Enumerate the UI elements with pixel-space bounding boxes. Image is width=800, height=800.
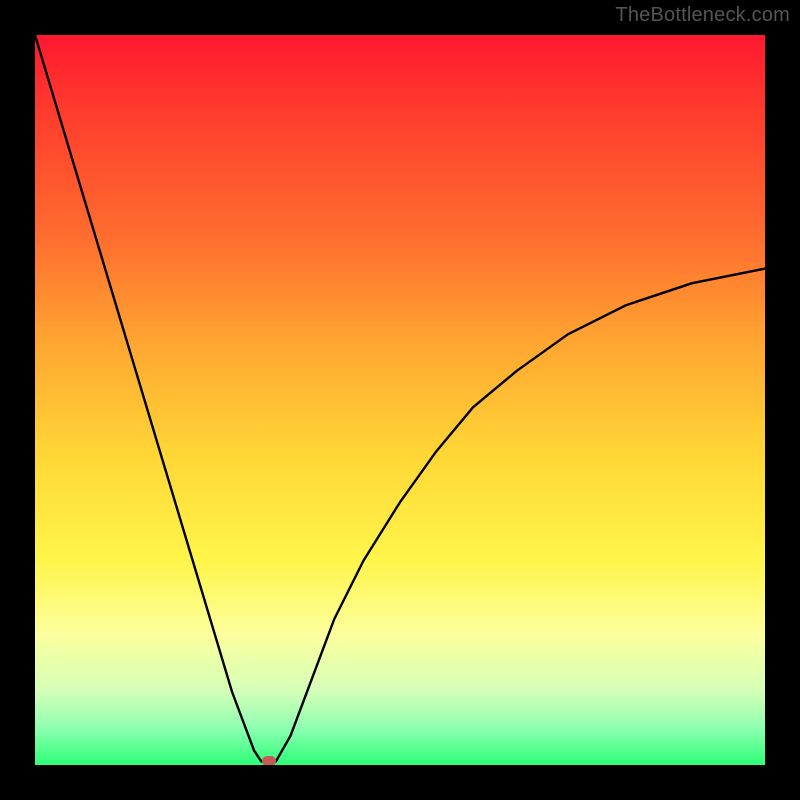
- chart-frame: TheBottleneck.com: [0, 0, 800, 800]
- curve-svg: [35, 35, 765, 765]
- plot-area: [35, 35, 765, 765]
- watermark-text: TheBottleneck.com: [615, 4, 790, 27]
- bottleneck-curve-path: [35, 35, 765, 761]
- optimum-marker: [262, 756, 276, 765]
